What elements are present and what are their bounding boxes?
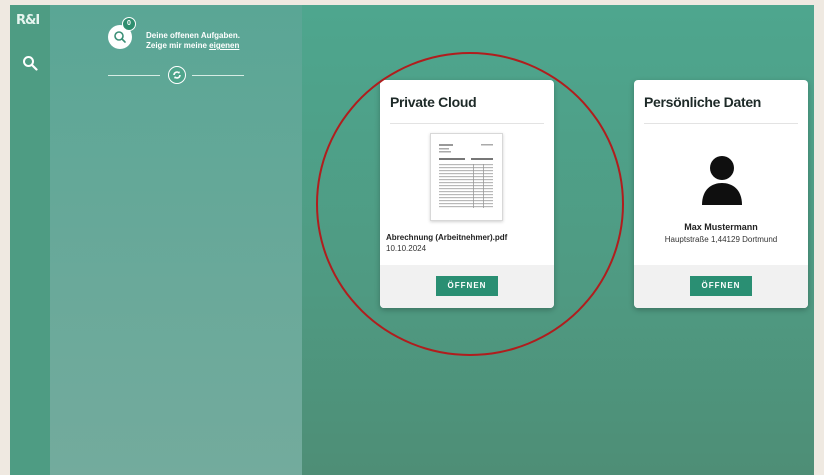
highlight-circle bbox=[316, 52, 624, 356]
task-filter-prefix: Zeige mir meine bbox=[146, 41, 210, 50]
divider-left bbox=[108, 75, 160, 76]
task-panel: 0 Deine offenen Aufgaben. Zeige mir mein… bbox=[50, 5, 302, 475]
divider-right bbox=[192, 75, 244, 76]
personal-data-card: Persönliche Daten Max Mustermann Hauptst… bbox=[634, 80, 808, 308]
person-icon bbox=[702, 156, 742, 205]
task-summary-line: Deine offenen Aufgaben. bbox=[146, 31, 240, 40]
card-footer: ÖFFNEN bbox=[634, 265, 808, 308]
refresh-button[interactable] bbox=[168, 66, 186, 84]
person-name: Max Mustermann bbox=[684, 222, 758, 232]
card-divider bbox=[644, 123, 798, 124]
own-tasks-link[interactable]: eigenen bbox=[209, 41, 239, 50]
task-filter-line: Zeige mir meine eigenen bbox=[146, 41, 240, 51]
brand-logo[interactable]: R&I bbox=[16, 13, 40, 28]
refresh-icon bbox=[173, 71, 181, 79]
app-window: R&I 0 Deine offenen Aufgaben. Zeige mir … bbox=[10, 5, 814, 475]
search-icon[interactable] bbox=[22, 55, 38, 71]
task-summary: Deine offenen Aufgaben. Zeige mir meine … bbox=[146, 31, 240, 51]
open-personal-data-button[interactable]: ÖFFNEN bbox=[690, 276, 752, 296]
nav-rail: R&I bbox=[10, 5, 50, 475]
card-title: Persönliche Daten bbox=[644, 94, 762, 110]
person-address: Hauptstraße 1,44129 Dortmund bbox=[664, 235, 778, 244]
task-count-badge: 0 bbox=[122, 17, 136, 31]
